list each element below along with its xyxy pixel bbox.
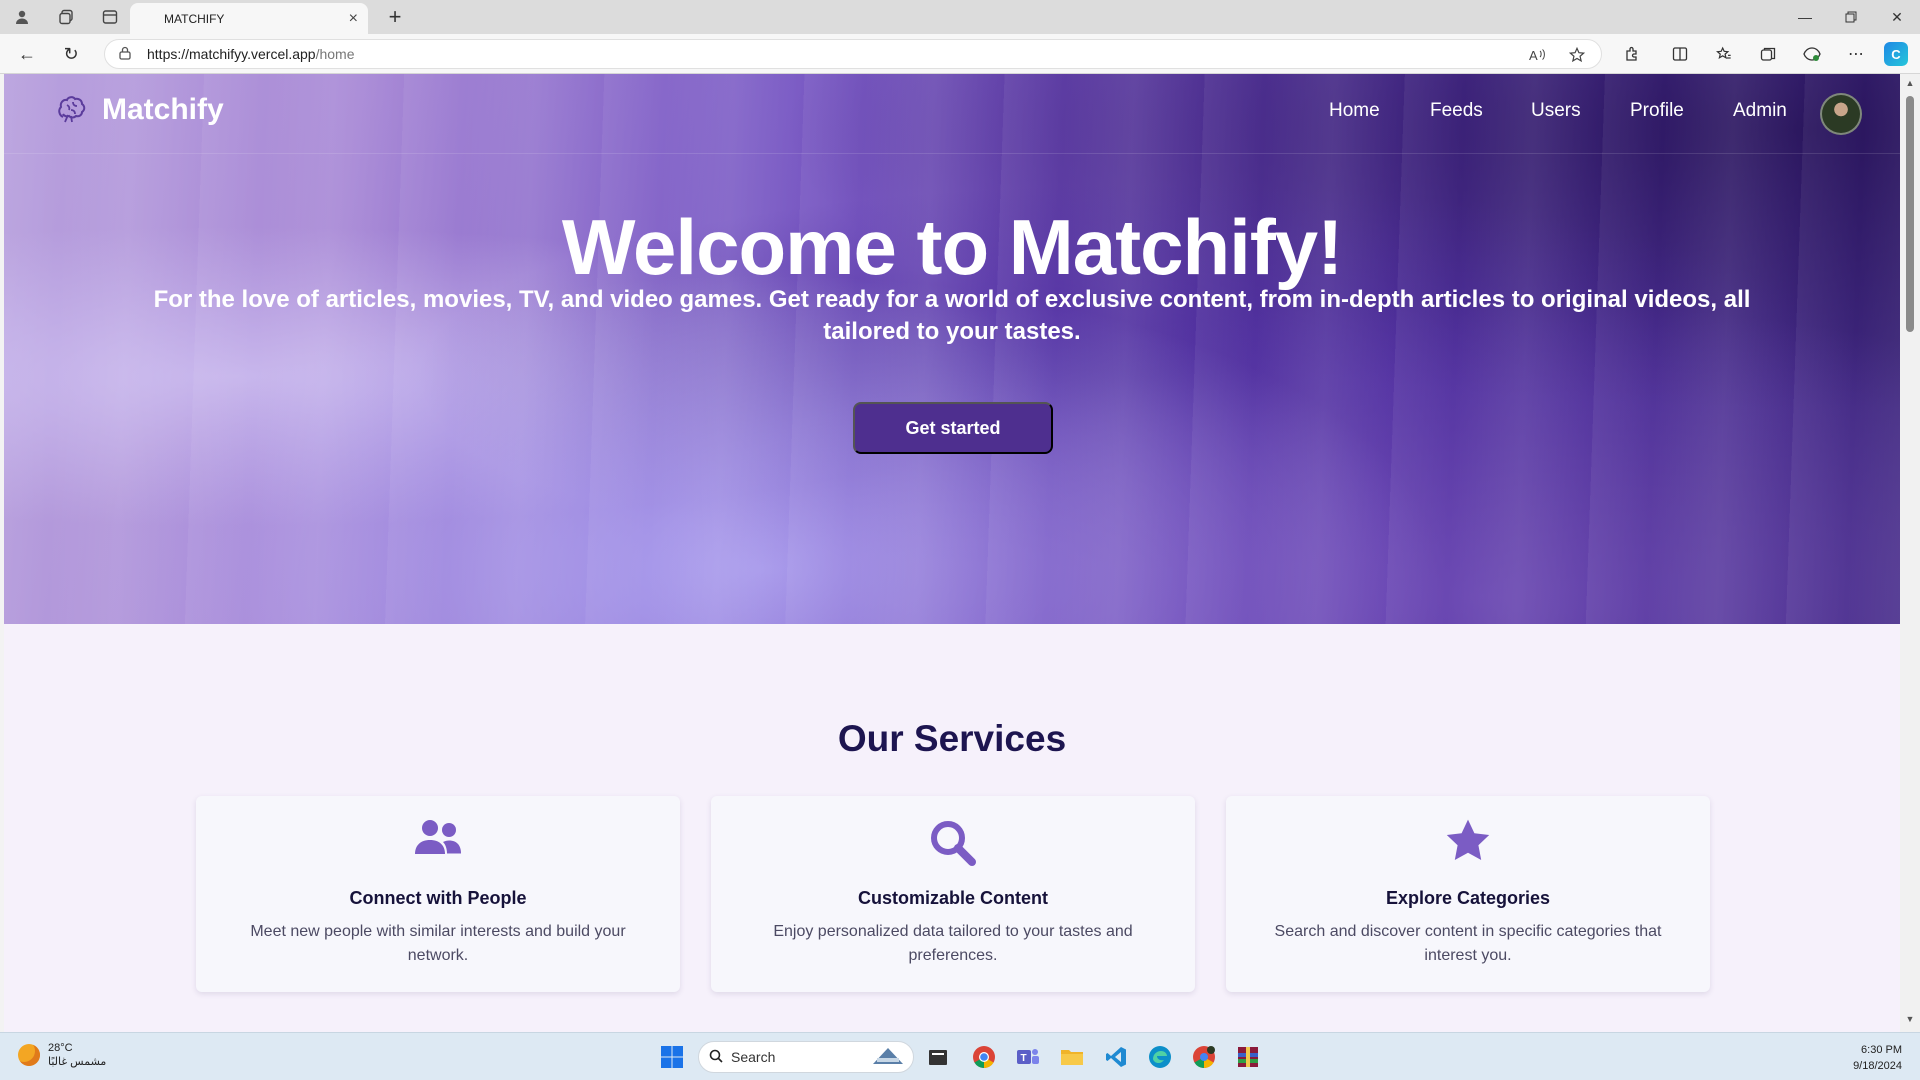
clock-date: 9/18/2024 [1853,1060,1902,1072]
teams-icon[interactable]: T [1014,1043,1042,1071]
card-description: Search and discover content in specific … [1274,923,1662,964]
avatar[interactable] [1820,93,1862,135]
address-bar[interactable]: https://matchifyy.vercel.app/home A [104,39,1602,69]
chrome-icon[interactable] [970,1043,998,1071]
scroll-down-icon[interactable]: ▼ [1903,1014,1917,1028]
url-path: /home [315,46,355,62]
lock-icon [119,46,135,63]
minimize-icon[interactable]: — [1782,0,1828,34]
hero-section: Matchify Home Feeds Users Profile Admin … [4,74,1900,624]
search-icon [711,818,1195,866]
active-tab[interactable]: MATCHIFY × [130,3,368,34]
nav-admin[interactable]: Admin [1733,100,1787,122]
page-scrollbar[interactable]: ▲ ▼ [1900,74,1920,1032]
tab-title: MATCHIFY [164,11,225,26]
hero-subtitle: For the love of articles, movies, TV, an… [153,286,1751,345]
card-title: Explore Categories [1385,888,1551,908]
restore-icon[interactable] [1828,0,1874,34]
new-tab-icon[interactable]: + [380,2,410,32]
scroll-thumb[interactable] [1906,96,1914,332]
more-options-icon[interactable]: ⋯ [1840,40,1872,68]
get-started-button[interactable]: Get started [853,402,1053,454]
clock-time: 6:30 PM [1861,1044,1902,1056]
star-icon [1226,818,1710,864]
nav-users[interactable]: Users [1531,100,1581,122]
taskbar-search[interactable]: Search [698,1041,914,1073]
nav-home[interactable]: Home [1329,100,1380,122]
svg-text:A: A [1529,48,1538,62]
weather-temp: 28°C [48,1042,73,1054]
card-description: Meet new people with similar interests a… [250,923,626,964]
search-icon [709,1049,723,1066]
nav-feeds[interactable]: Feeds [1430,100,1483,122]
users-icon [196,818,680,864]
close-tab-icon[interactable]: × [349,10,358,28]
copilot-icon[interactable]: C [1884,42,1908,66]
service-card-content: Customizable Content Enjoy personalized … [711,796,1195,992]
vscode-icon[interactable] [1102,1043,1130,1071]
browser-tab-strip: MATCHIFY × + — ✕ [0,0,1920,34]
vertical-tabs-icon[interactable] [88,0,132,34]
split-screen-icon[interactable] [1664,40,1696,68]
page-viewport: Matchify Home Feeds Users Profile Admin … [4,74,1900,1032]
scroll-up-icon[interactable]: ▲ [1903,78,1917,92]
services-title: Our Services [837,718,1067,759]
card-description: Enjoy personalized data tailored to your… [773,923,1133,964]
site-navbar: Matchify Home Feeds Users Profile Admin [4,74,1900,154]
windows-start-icon[interactable] [658,1043,686,1071]
svg-text:T: T [1021,1053,1027,1064]
card-title: Connect with People [349,888,527,908]
weather-sun-icon [18,1044,40,1066]
collections-icon[interactable] [1752,40,1784,68]
search-highlight-icon [871,1046,905,1069]
card-title: Customizable Content [857,888,1048,908]
weather-desc: مشمس غالبًا [48,1056,107,1068]
refresh-icon[interactable]: ↻ [56,40,86,68]
system-clock[interactable]: 6:30 PM 9/18/2024 [1853,1042,1902,1074]
hero-title: Welcome to Matchify! [561,203,1343,291]
os-taskbar: 28°C مشمس غالبًا Search T 6:30 PM 9/18/2… [0,1032,1920,1080]
winrar-icon[interactable] [1234,1043,1262,1071]
weather-widget[interactable]: 28°C مشمس غالبًا [18,1041,106,1069]
nav-profile[interactable]: Profile [1630,100,1684,122]
workspaces-icon[interactable] [44,0,88,34]
close-window-icon[interactable]: ✕ [1874,0,1920,34]
extensions-icon[interactable] [1616,40,1648,68]
folder-icon[interactable] [1058,1043,1086,1071]
search-placeholder: Search [731,1049,776,1065]
browser-essentials-icon[interactable] [1796,40,1828,68]
favorites-icon[interactable] [1708,40,1740,68]
service-card-categories: Explore Categories Search and discover c… [1226,796,1710,992]
services-section: Our Services Connect with People Meet ne… [4,624,1900,1032]
url-host: https://matchifyy.vercel.app [147,46,316,62]
back-icon[interactable]: ← [12,40,42,68]
service-card-connect: Connect with People Meet new people with… [196,796,680,992]
read-aloud-icon[interactable]: A [1529,40,1547,70]
file-explorer-dark-icon[interactable] [924,1043,952,1071]
edge-icon[interactable] [1146,1043,1174,1071]
hero-background [4,74,1900,624]
main-nav: Home Feeds Users Profile Admin [4,100,1900,130]
profile-icon[interactable] [0,0,44,34]
favorite-star-icon[interactable] [1569,40,1585,70]
chrome-profile-icon[interactable] [1190,1043,1218,1071]
address-toolbar: ← ↻ https://matchifyy.vercel.app/home A … [0,34,1920,74]
